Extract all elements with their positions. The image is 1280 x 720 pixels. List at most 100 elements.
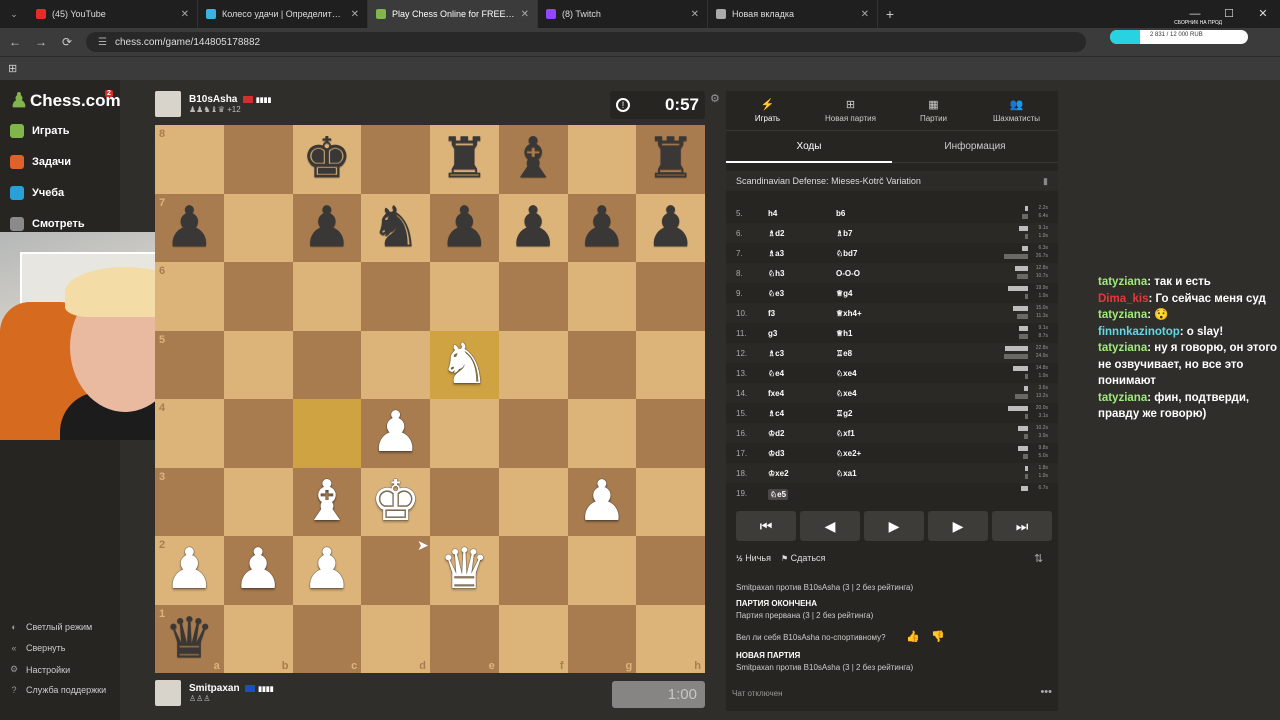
board-square[interactable]: ♝ — [292, 467, 362, 537]
board-square[interactable]: 3 — [155, 467, 224, 536]
sidebar-bottom-item[interactable]: ◐ Светлый режим — [8, 622, 92, 632]
chess-board[interactable]: 8 ♚ ♜ ♝ ♜ 7 ♟ ♟ ♞ ♟ ♟ ♟ ♟ 6 5 ♞ 4 ♟ 3 ♝ ♚ ♟ 2 ♟ ♟ ♟ ♛ 1 a ♛ b c d e f g h — [155, 125, 705, 673]
board-square[interactable] — [223, 193, 293, 262]
chess-piece-icon[interactable]: ♟ — [430, 194, 499, 263]
browser-tab[interactable]: (8) Twitch ✕ — [538, 0, 708, 28]
board-square[interactable]: ♛ — [430, 536, 499, 605]
white-move[interactable]: f3 — [768, 309, 775, 318]
chat-username[interactable]: finnnkazinotop — [1098, 326, 1180, 338]
panel-tab[interactable]: 👥 Шахматисты — [975, 91, 1058, 130]
browser-tab[interactable]: Play Chess Online for FREE - 2 ✕ — [368, 0, 538, 28]
board-square[interactable]: ♟ — [292, 193, 362, 262]
black-move[interactable]: ♖e8 — [836, 349, 852, 358]
reload-icon[interactable]: ⟳ — [60, 35, 74, 49]
tab-close-icon[interactable]: ✕ — [181, 9, 189, 20]
chess-piece-icon[interactable]: ♟ — [568, 194, 637, 263]
board-square[interactable]: b — [223, 604, 293, 673]
close-icon[interactable]: ✕ — [1246, 0, 1280, 28]
white-move[interactable]: fxe4 — [768, 389, 784, 398]
board-square[interactable] — [223, 399, 293, 468]
black-move[interactable]: ♕g4 — [836, 289, 853, 298]
chat-username[interactable]: tatyziana — [1098, 392, 1147, 404]
black-move[interactable]: ♘xe2+ — [836, 449, 861, 458]
chat-username[interactable]: tatyziana — [1098, 342, 1147, 354]
chess-piece-icon[interactable]: ♟ — [224, 536, 293, 605]
board-square[interactable] — [292, 330, 362, 399]
board-square[interactable]: 8 — [155, 125, 224, 194]
board-square[interactable] — [430, 399, 499, 468]
white-move[interactable]: ♗c4 — [768, 409, 784, 418]
tab-close-icon[interactable]: ✕ — [521, 9, 529, 20]
sidebar-item[interactable]: Задачи — [10, 155, 71, 169]
board-square[interactable] — [361, 330, 430, 399]
panel-tab[interactable]: ⚡ Играть — [726, 91, 809, 130]
tab-close-icon[interactable]: ✕ — [351, 9, 359, 20]
white-move[interactable]: ♗d2 — [768, 229, 785, 238]
black-move[interactable]: O-O-O — [836, 269, 860, 278]
board-square[interactable]: ♟ — [567, 467, 637, 536]
chess-piece-icon[interactable]: ♝ — [293, 468, 362, 537]
board-square[interactable] — [636, 262, 705, 331]
sidebar-item[interactable]: Учеба — [10, 186, 64, 200]
board-square[interactable]: g — [567, 604, 637, 673]
board-square[interactable] — [223, 330, 293, 399]
chess-piece-icon[interactable]: ♟ — [361, 399, 430, 468]
thumbs-down-icon[interactable]: 👎 — [931, 630, 945, 643]
forward-icon[interactable]: → — [34, 35, 48, 49]
site-info-icon[interactable]: ☰ — [98, 37, 107, 48]
white-move[interactable]: ♔xe2 — [768, 469, 789, 478]
board-square[interactable] — [430, 262, 499, 331]
sidebar-bottom-item[interactable]: ? Служба поддержки — [8, 685, 106, 695]
board-settings-icon[interactable]: ⚙ — [710, 92, 720, 105]
chat-username[interactable]: tatyziana — [1098, 276, 1147, 288]
tab-close-icon[interactable]: ✕ — [691, 9, 699, 20]
board-square[interactable]: ♟ — [567, 193, 637, 263]
board-square[interactable]: 4 — [155, 399, 224, 468]
board-square[interactable]: 7 ♟ — [155, 193, 224, 262]
board-square[interactable] — [636, 399, 705, 468]
board-square[interactable] — [498, 330, 568, 399]
browser-tab[interactable]: (45) YouTube ✕ — [28, 0, 198, 28]
chat-options-icon[interactable]: ••• — [1040, 686, 1052, 698]
board-square[interactable]: 1 a ♛ — [155, 604, 224, 673]
board-square[interactable] — [498, 262, 568, 331]
panel-subtab[interactable]: Информация — [892, 131, 1058, 162]
last-move-button[interactable]: ⏭ — [992, 511, 1052, 541]
bottom-player-name[interactable]: Smitpaxan ▮▮▮▮ — [189, 683, 274, 694]
white-move[interactable]: ♗a3 — [768, 249, 784, 258]
play-button[interactable]: ▶ — [864, 511, 924, 541]
chess-piece-icon[interactable]: ♝ — [499, 125, 568, 194]
chess-piece-icon[interactable]: ♜ — [636, 125, 705, 194]
board-square[interactable] — [567, 125, 637, 194]
board-square[interactable] — [430, 467, 499, 536]
panel-tab[interactable]: ⊞ Новая партия — [809, 91, 892, 130]
black-move[interactable]: ♕xh4+ — [836, 309, 862, 318]
board-square[interactable]: ♞ — [361, 193, 430, 263]
chat-username[interactable]: Dima_kis — [1098, 293, 1149, 305]
board-square[interactable]: ♞ — [430, 330, 499, 399]
back-icon[interactable]: ← — [8, 35, 22, 49]
panel-tab[interactable]: ▦ Партии — [892, 91, 975, 130]
draw-button[interactable]: ½ Ничья — [736, 553, 771, 563]
board-square[interactable]: ♚ — [361, 467, 430, 536]
black-move[interactable]: ♕h1 — [836, 329, 853, 338]
board-square[interactable] — [636, 536, 705, 605]
tab-close-icon[interactable]: ✕ — [861, 9, 869, 20]
board-square[interactable]: ♟ — [430, 193, 499, 263]
board-square[interactable]: ♟ — [292, 536, 362, 605]
top-player-name[interactable]: B10sAsha ▮▮▮▮ — [189, 94, 271, 105]
black-move[interactable]: ♘xa1 — [836, 469, 857, 478]
white-move[interactable]: h4 — [768, 209, 777, 218]
chess-piece-icon[interactable]: ♟ — [499, 194, 568, 263]
avatar[interactable] — [155, 91, 181, 117]
flip-board-icon[interactable]: ⇅ — [1034, 552, 1043, 565]
board-square[interactable] — [498, 467, 568, 536]
tab-list-icon[interactable]: ⌄ — [0, 9, 28, 20]
url-field[interactable]: ☰ chess.com/game/144805178882 — [86, 32, 1086, 52]
new-tab-button[interactable]: + — [878, 6, 902, 22]
chess-piece-icon[interactable]: ♞ — [361, 194, 430, 263]
board-square[interactable]: e — [430, 604, 499, 673]
board-square[interactable]: ♟ — [361, 399, 430, 468]
board-square[interactable] — [292, 399, 362, 468]
board-square[interactable]: d — [361, 604, 430, 673]
